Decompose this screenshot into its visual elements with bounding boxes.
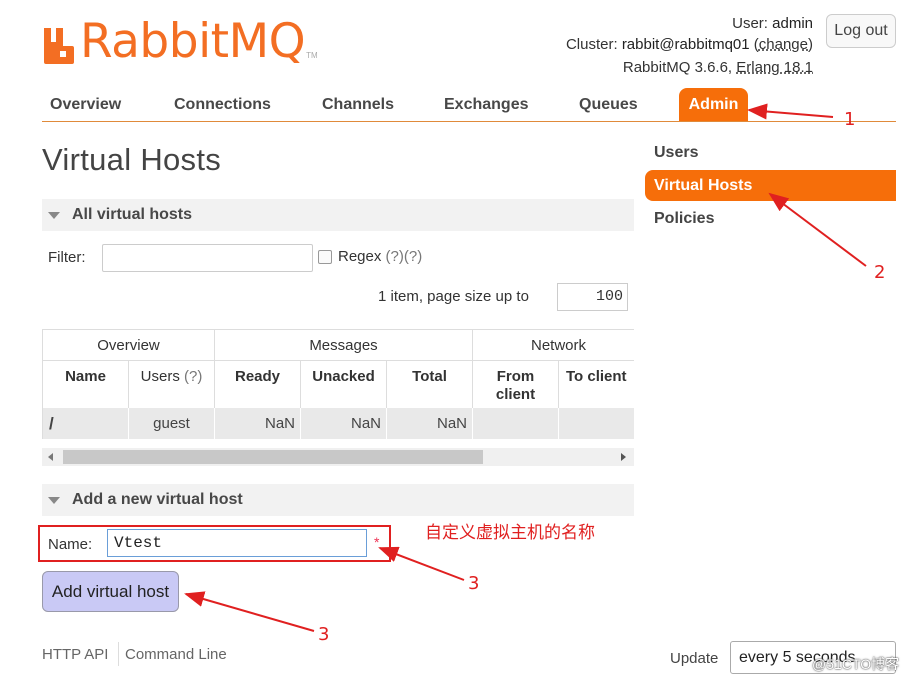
tab-connections[interactable]: Connections: [174, 96, 271, 114]
arrow-3b: [184, 591, 315, 632]
vhost-ready: NaN: [215, 408, 301, 439]
http-api-link[interactable]: HTTP API: [42, 646, 108, 663]
rabbit-logo-icon: [44, 28, 74, 64]
column-name[interactable]: Name: [43, 360, 129, 408]
vhost-unacked: NaN: [301, 408, 387, 439]
tab-admin[interactable]: Admin: [679, 88, 748, 121]
column-users[interactable]: Users (?): [129, 360, 215, 408]
all-vhosts-section-header[interactable]: All virtual hosts: [42, 199, 634, 231]
regex-checkbox[interactable]: [318, 250, 332, 264]
current-user: admin: [772, 15, 813, 32]
scroll-right-icon[interactable]: [621, 453, 626, 461]
change-cluster-link[interactable]: change: [759, 36, 808, 53]
sidebar-item-users[interactable]: Users: [645, 137, 896, 168]
scrollbar-thumb[interactable]: [63, 450, 483, 464]
group-overview: Overview: [43, 329, 215, 360]
vhosts-table: Overview Messages Network Name Users (?)…: [42, 329, 634, 439]
tab-channels[interactable]: Channels: [322, 96, 394, 114]
tab-queues[interactable]: Queues: [579, 96, 638, 114]
arrow-1: [747, 103, 834, 120]
vhost-users: guest: [129, 408, 215, 439]
filter-label: Filter:: [48, 249, 86, 266]
add-vhost-section-header[interactable]: Add a new virtual host: [42, 484, 634, 516]
page-size-input[interactable]: 100: [557, 283, 628, 311]
logo-trademark: TM: [306, 51, 318, 60]
filter-input[interactable]: [102, 244, 313, 272]
logo-wordmark: RabbitMQ: [80, 14, 306, 69]
cluster-info: Cluster: rabbit@rabbitmq01 (change): [565, 36, 813, 53]
vhost-name-link[interactable]: /: [43, 408, 129, 439]
rabbitmq-version: RabbitMQ 3.6.6,: [622, 59, 733, 76]
tab-overview[interactable]: Overview: [50, 96, 121, 114]
sidebar-item-policies[interactable]: Policies: [645, 203, 896, 234]
regex-help-link[interactable]: (?)(?): [386, 248, 423, 265]
required-mark: *: [374, 534, 380, 550]
sidebar-item-virtual-hosts[interactable]: Virtual Hosts: [645, 170, 896, 201]
column-from-client[interactable]: From client: [473, 360, 559, 408]
items-info: 1 item, page size up to: [378, 288, 529, 305]
group-messages: Messages: [215, 329, 473, 360]
annotation-number-3b: 3: [318, 624, 330, 645]
group-network: Network: [473, 329, 634, 360]
column-unacked[interactable]: Unacked: [301, 360, 387, 408]
vhost-to-client: [559, 408, 634, 439]
column-ready[interactable]: Ready: [215, 360, 301, 408]
scroll-left-icon[interactable]: [48, 453, 53, 461]
version-info: RabbitMQ 3.6.6, Erlang 18.1: [623, 57, 813, 78]
erlang-version: Erlang 18.1: [736, 59, 813, 76]
add-virtual-host-button[interactable]: Add virtual host: [42, 571, 179, 612]
annotation-number-1: 1: [844, 109, 856, 130]
vhost-total: NaN: [387, 408, 473, 439]
annotation-number-2: 2: [874, 262, 886, 283]
vhost-from-client: [473, 408, 559, 439]
page-title: Virtual Hosts: [42, 142, 222, 177]
footer-divider: [118, 642, 119, 666]
command-line-link[interactable]: Command Line: [125, 646, 227, 663]
name-label: Name:: [48, 536, 93, 553]
collapse-triangle-icon: [48, 211, 60, 219]
arrow-3a: [378, 546, 465, 581]
update-label: Update: [670, 650, 719, 667]
column-to-client[interactable]: To client: [559, 360, 634, 408]
table-horizontal-scrollbar[interactable]: [42, 448, 634, 466]
vhost-name-input[interactable]: Vtest: [107, 529, 367, 557]
collapse-triangle-icon: [48, 496, 60, 504]
rabbitmq-logo: RabbitMQ TM: [42, 14, 318, 69]
users-help-link[interactable]: (?): [184, 368, 202, 385]
annotation-note: 自定义虚拟主机的名称: [425, 523, 595, 542]
cluster-name: rabbit@rabbitmq01: [621, 36, 750, 53]
nav-divider: [42, 121, 896, 122]
watermark: @51CTO博客: [812, 656, 900, 672]
user-info: User: admin: [732, 15, 813, 32]
column-total[interactable]: Total: [387, 360, 473, 408]
logout-button[interactable]: Log out: [826, 14, 896, 48]
tab-exchanges[interactable]: Exchanges: [444, 96, 528, 114]
regex-label: Regex (?)(?): [338, 248, 423, 265]
annotation-number-3a: 3: [468, 573, 480, 594]
